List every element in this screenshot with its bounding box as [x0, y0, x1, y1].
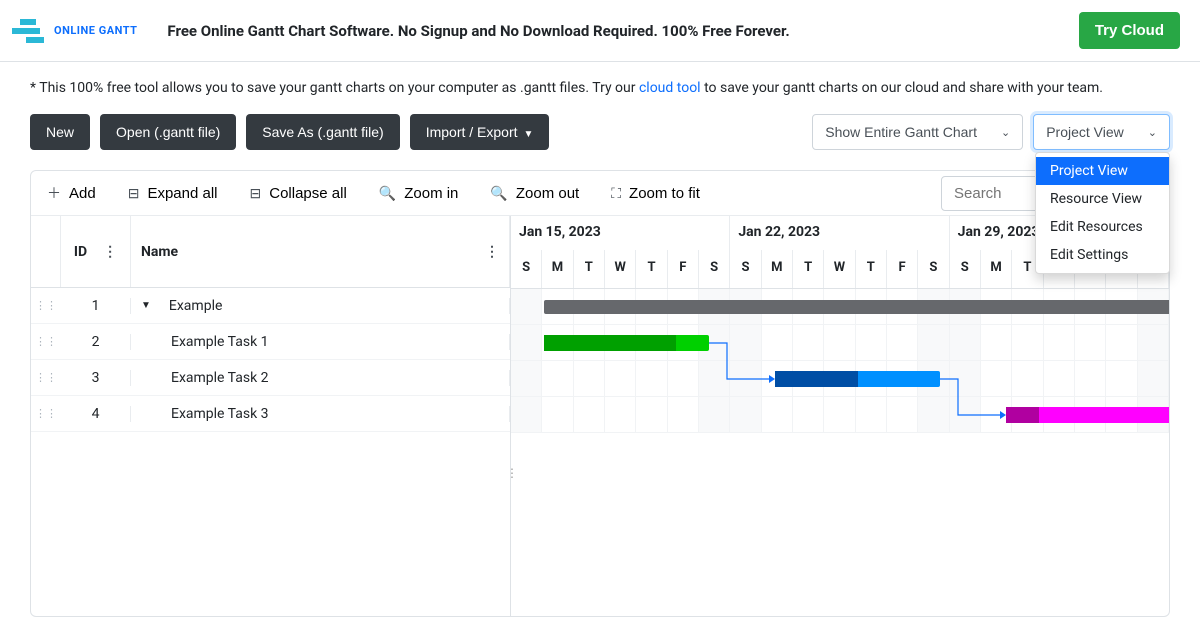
- table-row[interactable]: ⋮⋮ 4 Example Task 3: [31, 396, 510, 432]
- drag-handle-icon[interactable]: ⋮⋮: [31, 299, 61, 312]
- day-header-cell: S: [730, 250, 761, 288]
- day-header-cell: W: [824, 250, 855, 288]
- try-cloud-button[interactable]: Try Cloud: [1079, 12, 1180, 49]
- show-entire-select[interactable]: Show Entire Gantt Chart ⌄: [812, 114, 1023, 150]
- view-option-edit-resources[interactable]: Edit Resources: [1036, 213, 1169, 241]
- day-header-cell: T: [793, 250, 824, 288]
- splitter-handle-icon[interactable]: ⋮: [511, 466, 518, 480]
- caret-down-icon[interactable]: ▼: [141, 300, 151, 311]
- brand-logo[interactable]: ONLINE GANTT: [8, 17, 137, 45]
- logo-icon: [8, 17, 48, 45]
- drag-handle-icon[interactable]: ⋮⋮: [31, 335, 61, 348]
- gantt-bar[interactable]: [544, 335, 709, 351]
- add-button[interactable]: ＋Add: [31, 171, 112, 215]
- collapse-all-button[interactable]: ⊟Collapse all: [234, 173, 363, 214]
- table-row[interactable]: ⋮⋮ 2 Example Task 1: [31, 324, 510, 360]
- chevron-down-icon: ⌄: [1148, 126, 1157, 139]
- timeline-row: [511, 325, 1169, 361]
- drag-handle-icon[interactable]: ⋮⋮: [31, 371, 61, 384]
- zoom-out-icon: 🔍: [490, 185, 507, 202]
- view-option-resource[interactable]: Resource View: [1036, 185, 1169, 213]
- view-dropdown: Project View Resource View Edit Resource…: [1035, 152, 1170, 274]
- kebab-icon[interactable]: ⋮: [103, 244, 117, 260]
- day-header-cell: M: [762, 250, 793, 288]
- day-header-cell: S: [699, 250, 730, 288]
- zoom-fit-button[interactable]: ⛶Zoom to fit: [595, 173, 716, 214]
- week-header-cell: Jan 15, 2023: [511, 216, 730, 250]
- name-column-header[interactable]: Name ⋮: [131, 216, 510, 287]
- day-header-cell: M: [542, 250, 573, 288]
- day-header-cell: S: [950, 250, 981, 288]
- zoom-in-icon: 🔍: [379, 185, 396, 202]
- open-button[interactable]: Open (.gantt file): [100, 114, 236, 150]
- intro-text: * This 100% free tool allows you to save…: [0, 62, 1200, 104]
- chevron-down-icon: ⌄: [1001, 126, 1010, 139]
- caret-down-icon: ▼: [524, 129, 534, 140]
- expand-icon: ⊟: [128, 185, 140, 202]
- view-select[interactable]: Project View ⌄: [1033, 114, 1170, 150]
- zoom-in-button[interactable]: 🔍Zoom in: [363, 173, 475, 214]
- gantt-bar[interactable]: [775, 371, 940, 387]
- drag-handle-icon[interactable]: ⋮⋮: [31, 407, 61, 420]
- table-row[interactable]: ⋮⋮ 1 ▼Example: [31, 288, 510, 324]
- new-button[interactable]: New: [30, 114, 90, 150]
- day-header-cell: M: [981, 250, 1012, 288]
- kebab-icon[interactable]: ⋮: [485, 244, 499, 260]
- view-option-project[interactable]: Project View: [1036, 157, 1169, 185]
- expand-all-button[interactable]: ⊟Expand all: [112, 173, 234, 214]
- timeline-body: [511, 289, 1169, 433]
- timeline-row: [511, 289, 1169, 325]
- timeline-row: [511, 361, 1169, 397]
- view-option-edit-settings[interactable]: Edit Settings: [1036, 241, 1169, 269]
- day-header-cell: T: [856, 250, 887, 288]
- week-header-cell: Jan 22, 2023: [730, 216, 949, 250]
- table-row[interactable]: ⋮⋮ 3 Example Task 2: [31, 360, 510, 396]
- day-header-cell: F: [887, 250, 918, 288]
- day-header-cell: S: [511, 250, 542, 288]
- collapse-icon: ⊟: [250, 185, 262, 202]
- brand-text: ONLINE GANTT: [54, 24, 137, 37]
- zoom-out-button[interactable]: 🔍Zoom out: [474, 173, 595, 214]
- drag-column-header: [31, 216, 61, 287]
- plus-icon: ＋: [47, 183, 61, 203]
- id-column-header[interactable]: ID ⋮: [61, 216, 131, 287]
- day-header-cell: S: [918, 250, 949, 288]
- day-header-cell: T: [574, 250, 605, 288]
- day-header-cell: W: [605, 250, 636, 288]
- gantt-bar[interactable]: [1006, 407, 1169, 423]
- gantt-bar[interactable]: [544, 300, 1169, 314]
- timeline-row: [511, 397, 1169, 433]
- cloud-tool-link[interactable]: cloud tool: [639, 80, 701, 96]
- zoom-fit-icon: ⛶: [611, 185, 621, 202]
- save-as-button[interactable]: Save As (.gantt file): [246, 114, 399, 150]
- day-header-cell: T: [636, 250, 667, 288]
- tagline: Free Online Gantt Chart Software. No Sig…: [167, 22, 1078, 40]
- day-header-cell: F: [668, 250, 699, 288]
- import-export-button[interactable]: Import / Export▼: [410, 114, 550, 150]
